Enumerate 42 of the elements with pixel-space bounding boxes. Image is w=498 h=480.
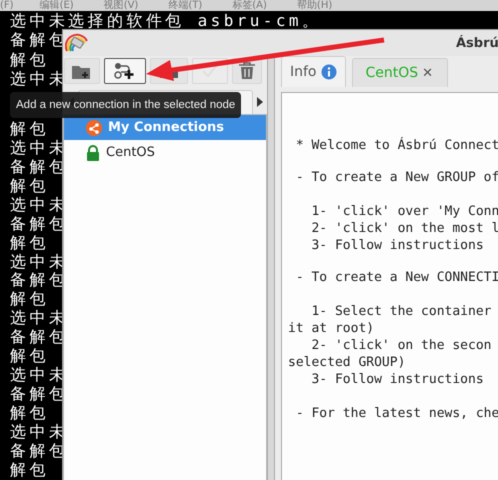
tab[interactable]: CentOS ✕: [352, 58, 448, 87]
tree-item[interactable]: My Connections: [64, 115, 266, 140]
menu-item[interactable]: 视图(V): [104, 0, 138, 11]
info-text-line: - To create a New CONNECTI: [294, 269, 498, 286]
info-text-line: 2- 'click' on the secon: [310, 337, 492, 354]
add-group-button[interactable]: [64, 58, 100, 84]
info-text-line: 3- Follow instructions: [310, 237, 485, 254]
terminal-line: 解包: [10, 460, 49, 480]
tooltip: Add a new connection in the selected node: [10, 92, 242, 118]
info-icon: [320, 64, 336, 80]
terminal-line: 解包: [10, 234, 49, 253]
terminal-line: 解包: [10, 290, 49, 310]
terminal-line: 解包: [10, 120, 49, 140]
window-title: Ásbrú: [456, 36, 498, 50]
lock-icon: [86, 144, 100, 160]
menu-item[interactable]: (F): [0, 0, 14, 11]
add-connection-button[interactable]: [104, 58, 146, 84]
trash-icon: [238, 62, 256, 80]
info-text-line: it at root): [288, 320, 376, 337]
terminal-line: 解包: [10, 404, 49, 423]
terminal-line: 选中未选择的软件包 asbru-cm。: [10, 11, 322, 30]
info-text-line: * Welcome to Ásbrú Connect: [294, 137, 498, 154]
info-text-line: 3- Follow instructions: [310, 371, 485, 388]
terminal-line: 解包: [10, 347, 49, 366]
info-text-line: 1- 'click' over 'My Conn: [310, 203, 498, 220]
network-icon: [86, 120, 102, 136]
app-icon: [65, 33, 89, 53]
info-text-line: 1- Select the container: [310, 303, 492, 320]
menu-item[interactable]: 终端(T): [168, 0, 202, 11]
terminal-line: 解包: [10, 176, 49, 196]
node-plus-icon: [114, 62, 136, 80]
close-tab-button[interactable]: ✕: [422, 66, 434, 80]
menu-item[interactable]: 编辑(E): [40, 0, 74, 11]
info-text-line: 2- 'click' on the most l: [310, 220, 498, 237]
menu-item[interactable]: 帮助(H): [296, 0, 332, 11]
tree-item[interactable]: CentOS: [64, 140, 266, 165]
tab[interactable]: Info: [281, 56, 346, 87]
scroll-right-icon[interactable]: [257, 97, 263, 107]
info-text-line: selected GROUP): [288, 354, 406, 371]
terminal-line: 解包: [10, 50, 49, 69]
menu-item[interactable]: 标签(A): [232, 0, 267, 11]
info-text-line: - To create a New GROUP of: [294, 169, 498, 186]
